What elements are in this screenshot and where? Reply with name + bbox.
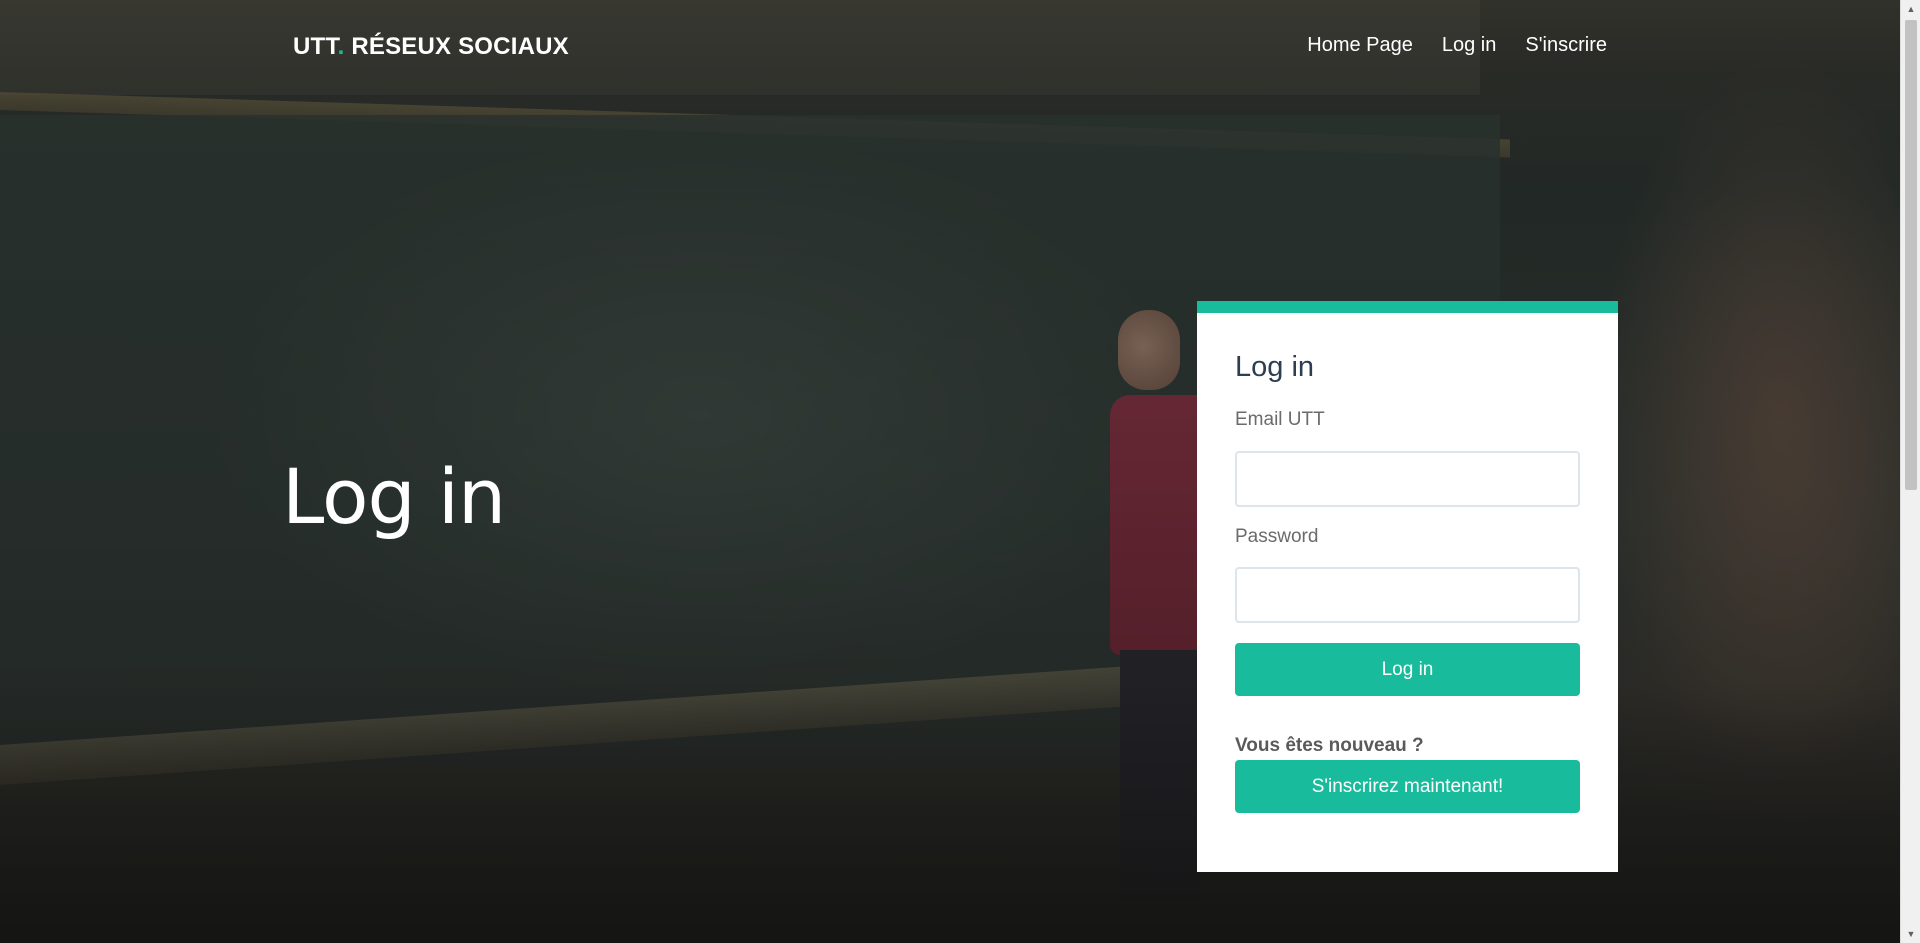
email-label: Email UTT [1235, 409, 1325, 430]
page-scrollbar[interactable]: ▲ ▼ [1900, 0, 1920, 943]
top-navbar: UTT. RÉSEUX SOCIAUX Home Page Log in S'i… [0, 0, 1900, 95]
password-field[interactable] [1235, 567, 1580, 623]
hero-title: Log in [282, 452, 506, 541]
nav-links: Home Page Log in S'inscrire [1307, 34, 1607, 57]
login-card-title: Log in [1235, 351, 1315, 383]
login-button[interactable]: Log in [1235, 643, 1580, 696]
password-label: Password [1235, 526, 1319, 547]
new-user-text: Vous êtes nouveau ? [1235, 735, 1424, 756]
brand-logo[interactable]: UTT. RÉSEUX SOCIAUX [293, 33, 569, 61]
signup-button[interactable]: S'inscrirez maintenant! [1235, 760, 1580, 813]
scroll-up-arrow-icon[interactable]: ▲ [1901, 0, 1920, 18]
scroll-thumb[interactable] [1905, 20, 1917, 490]
email-field[interactable] [1235, 451, 1580, 507]
nav-link-log-in[interactable]: Log in [1442, 34, 1497, 57]
login-card: Log in Email UTT Password Log in Vous êt… [1197, 301, 1618, 872]
nav-link-home-page[interactable]: Home Page [1307, 34, 1413, 57]
page-viewport: UTT. RÉSEUX SOCIAUX Home Page Log in S'i… [0, 0, 1900, 943]
scroll-down-arrow-icon[interactable]: ▼ [1901, 925, 1920, 943]
nav-link-sinscrire[interactable]: S'inscrire [1525, 34, 1607, 57]
